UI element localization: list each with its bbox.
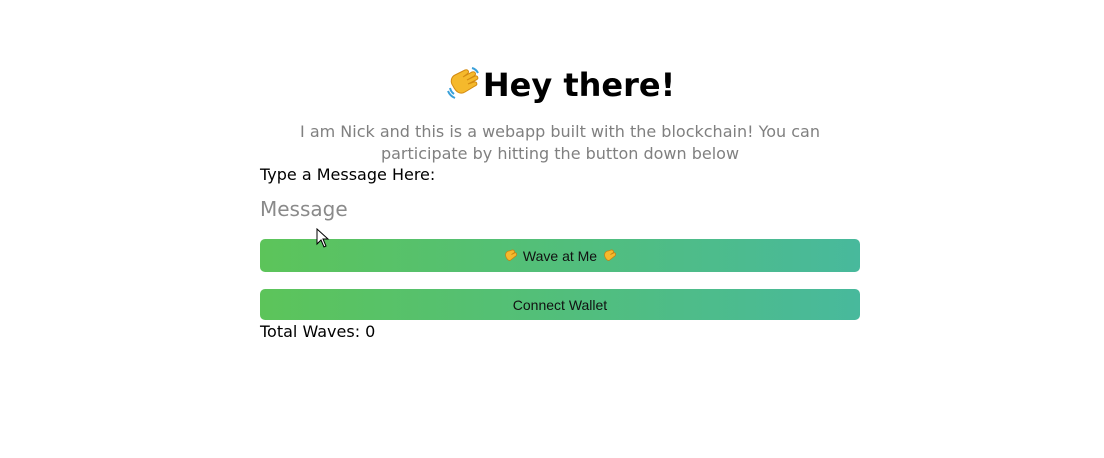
- page-header: Hey there!: [260, 64, 860, 106]
- waving-hand-icon: [445, 66, 481, 102]
- wave-button[interactable]: Wave at Me: [260, 239, 860, 272]
- wave-button-label: Wave at Me: [522, 247, 598, 264]
- total-waves: Total Waves: 0: [260, 322, 376, 341]
- clapping-hands-icon: [602, 248, 617, 263]
- message-label: Type a Message Here:: [260, 165, 436, 184]
- mouse-pointer-icon: [316, 227, 330, 248]
- connect-wallet-button[interactable]: Connect Wallet: [260, 289, 860, 320]
- connect-wallet-label: Connect Wallet: [512, 296, 608, 313]
- message-input[interactable]: [260, 195, 860, 223]
- intro-text: I am Nick and this is a webapp built wit…: [300, 122, 820, 163]
- main-container: Hey there! I am Nick and this is a webap…: [260, 64, 860, 342]
- clapping-hands-icon: [503, 248, 518, 263]
- page-title: Hey there!: [482, 66, 676, 104]
